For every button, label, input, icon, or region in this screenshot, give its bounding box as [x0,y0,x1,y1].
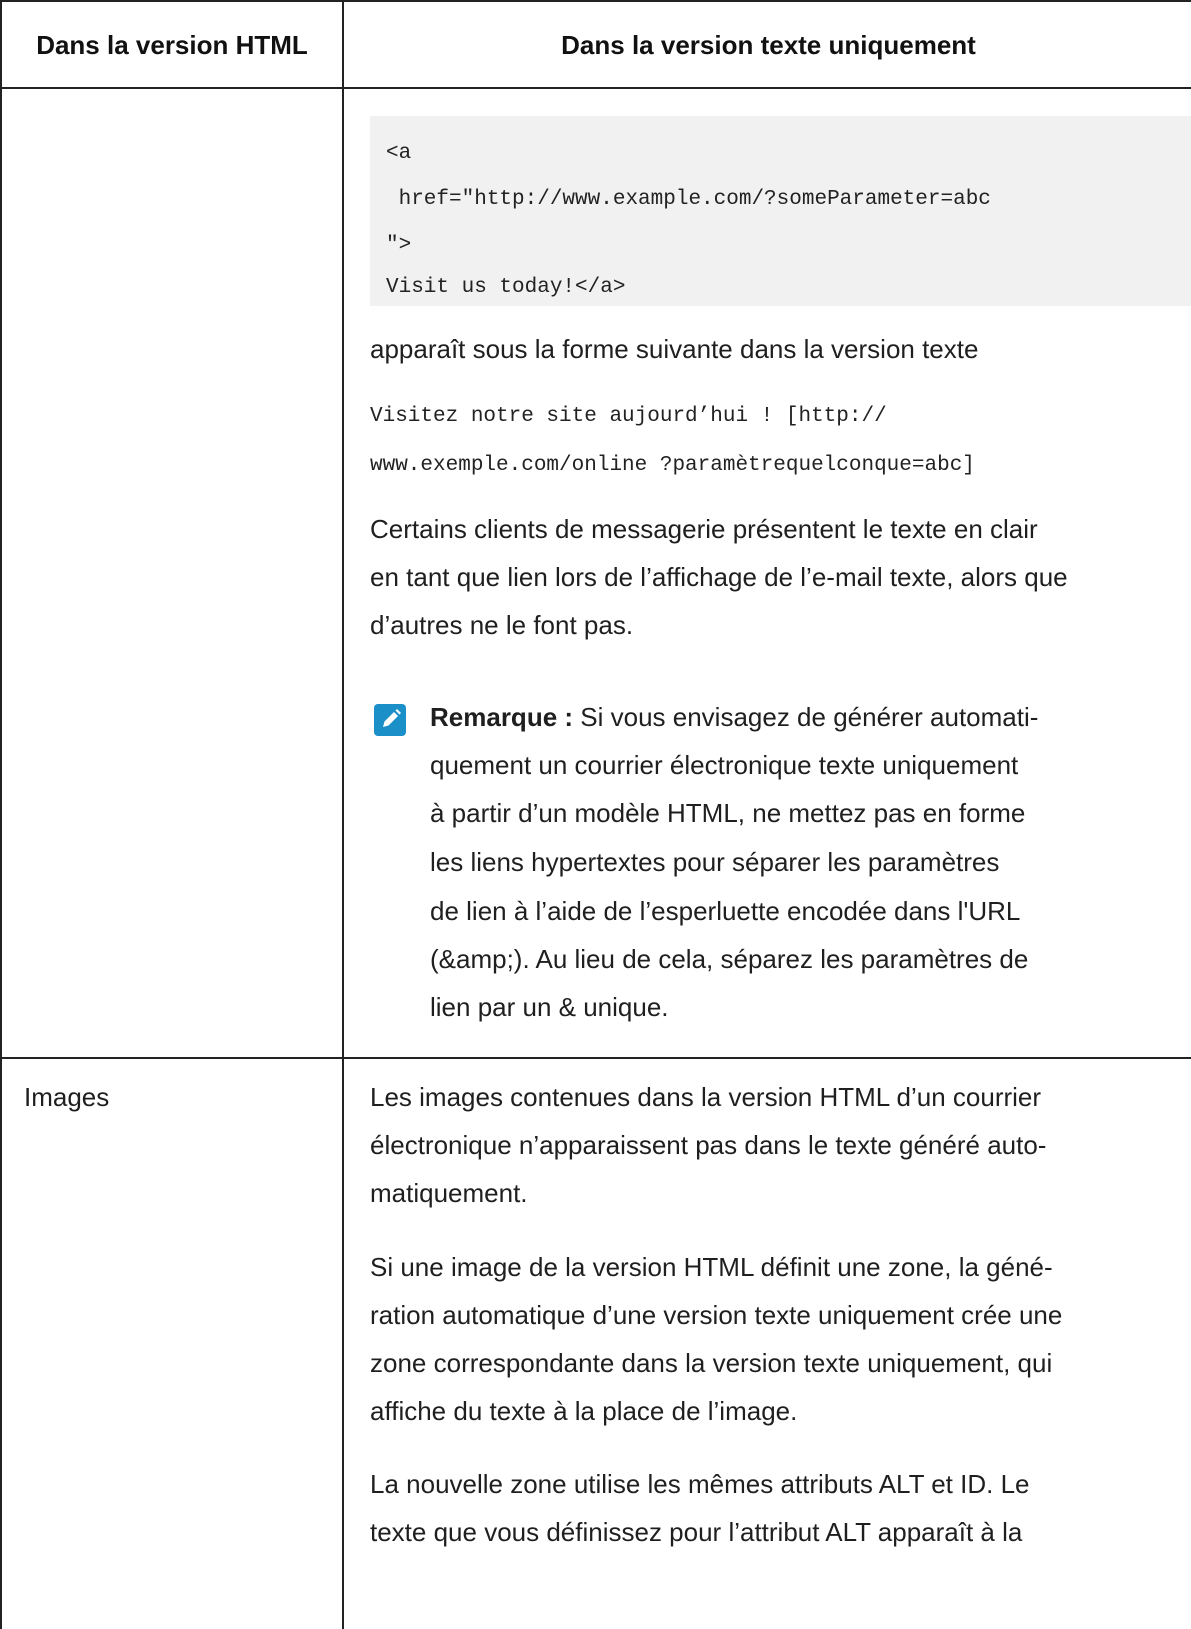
header-text-version: Dans la version texte uniquement [561,30,976,60]
pencil-note-icon [374,704,406,736]
note-first-line-text: Si vous envisagez de générer automati- [573,702,1039,732]
paragraph-line: affiche du texte à la place de l’image. [370,1396,798,1426]
paragraph-line: en tant que lien lors de l’affichage de … [370,562,1068,592]
note-line: les liens hypertextes pour séparer les p… [430,847,1000,877]
note-line: quement un courrier électronique texte u… [430,750,1019,780]
row-label-images: Images [24,1082,110,1112]
note-label: Remarque : [430,702,574,732]
code-line: "> [386,234,412,257]
paragraph-line: La nouvelle zone utilise les mêmes attri… [370,1469,1030,1499]
intro-text: apparaît sous la forme suivante dans la … [370,334,979,364]
table-header-row: Dans la version HTML Dans la version tex… [2,2,1191,89]
paragraph-line: Les images contenues dans la version HTM… [370,1082,1042,1112]
note-line: (&amp;). Au lieu de cela, séparez les pa… [430,944,1029,974]
note-first-line: Remarque : Si vous envisagez de générer … [430,702,1038,733]
output-line: Visitez notre site aujourd’hui ! [http:/… [370,405,887,428]
note-line: lien par un & unique. [430,992,669,1022]
paragraph-line: d’autres ne le font pas. [370,610,634,640]
code-line: Visit us today!</a> [386,276,626,299]
note-line: de lien à l’aide de l’esperluette encodé… [430,896,1021,926]
paragraph-line: Certains clients de messagerie présenten… [370,514,1038,544]
paragraph-line: matiquement. [370,1178,528,1208]
paragraph-line: Si une image de la version HTML définit … [370,1252,1053,1282]
row-divider [2,1057,1191,1059]
header-html-version: Dans la version HTML [36,30,308,60]
column-divider [342,2,344,1629]
output-line: www.exemple.com/online ?paramètrequelcon… [370,454,975,477]
note-line: à partir d’un modèle HTML, ne mettez pas… [430,798,1026,828]
paragraph-line: texte que vous définissez pour l’attribu… [370,1517,1023,1547]
code-line: <a [386,142,412,165]
paragraph-line: électronique n’apparaissent pas dans le … [370,1130,1047,1160]
paragraph-line: ration automatique d’une version texte u… [370,1300,1063,1330]
code-line: href="http://www.example.com/?someParame… [386,188,991,211]
code-block: <a href="http://www.example.com/?somePar… [370,116,1191,306]
paragraph-line: zone correspondante dans la version text… [370,1348,1053,1378]
document-table: Dans la version HTML Dans la version tex… [0,0,1191,1629]
